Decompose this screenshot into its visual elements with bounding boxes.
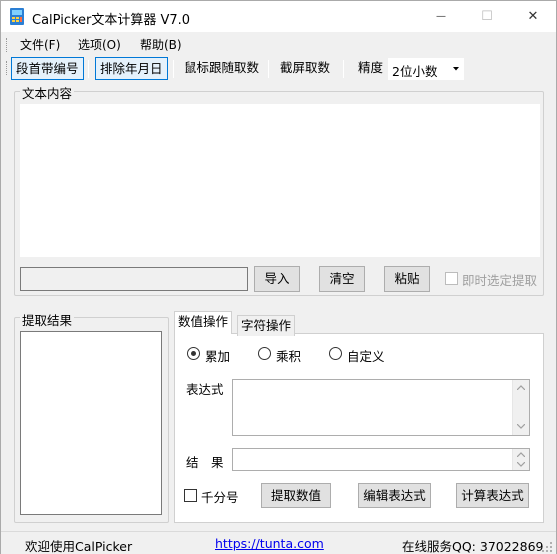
expression-label: 表达式 <box>186 382 224 397</box>
tab-numeric[interactable]: 数值操作 <box>174 311 233 334</box>
para-prefix-toggle[interactable]: 段首带编号 <box>11 57 84 80</box>
toolbar-separator <box>88 60 89 78</box>
radio-product-label: 乘积 <box>276 349 302 364</box>
website-link[interactable]: https://tunta.com <box>215 536 324 551</box>
auto-extract-checkbox[interactable] <box>445 272 458 285</box>
resize-grip-icon[interactable] <box>542 542 552 552</box>
window-title: CalPicker文本计算器 V7.0 <box>32 13 191 28</box>
close-button[interactable]: ✕ <box>510 1 556 32</box>
exclude-date-toggle[interactable]: 排除年月日 <box>95 57 168 80</box>
scroll-down-icon[interactable] <box>517 462 525 467</box>
screenshot-button[interactable]: 截屏取数 <box>276 57 334 80</box>
text-content-title: 文本内容 <box>20 83 75 102</box>
minimize-icon: — <box>436 11 446 22</box>
text-content-area[interactable] <box>20 104 540 257</box>
precision-value: 2位小数 <box>392 64 438 79</box>
dropdown-arrow-icon <box>453 67 459 71</box>
precision-select[interactable]: 2位小数 <box>388 58 464 80</box>
result-list[interactable] <box>20 331 162 515</box>
radio-product[interactable] <box>258 347 271 360</box>
thousands-checkbox[interactable] <box>184 489 197 502</box>
toolbar-separator <box>268 60 269 78</box>
toolbar-separator <box>343 60 344 78</box>
paste-button[interactable]: 粘贴 <box>384 266 430 292</box>
extract-values-button[interactable]: 提取数值 <box>261 483 331 508</box>
menu-file[interactable]: 文件(F) <box>20 36 60 53</box>
main-window: CalPicker文本计算器 V7.0 — ☐ ✕ 文件(F) 选项(O) 帮助… <box>0 0 557 554</box>
calpicker-app-icon <box>10 8 24 25</box>
scroll-up-icon[interactable] <box>517 452 525 457</box>
file-path-field[interactable] <box>20 267 248 291</box>
scroll-down-icon[interactable] <box>517 424 525 429</box>
auto-extract-label: 即时选定提取 <box>462 273 538 288</box>
expression-input[interactable] <box>232 379 530 436</box>
edit-expression-button[interactable]: 编辑表达式 <box>358 483 431 508</box>
clear-button[interactable]: 清空 <box>319 266 365 292</box>
minimize-button[interactable]: — <box>418 1 464 32</box>
menu-help[interactable]: 帮助(B) <box>140 36 182 53</box>
radio-custom[interactable] <box>329 347 342 360</box>
radio-sum[interactable] <box>187 347 200 360</box>
close-icon: ✕ <box>527 9 539 24</box>
result-output[interactable] <box>232 448 530 471</box>
toolbar-separator <box>173 60 174 78</box>
import-button[interactable]: 导入 <box>254 266 300 292</box>
maximize-button[interactable]: ☐ <box>464 1 510 32</box>
status-service-qq: 在线服务QQ: 37022869 <box>402 539 544 554</box>
maximize-icon: ☐ <box>481 9 493 24</box>
radio-sum-label: 累加 <box>205 349 231 364</box>
tab-string[interactable]: 字符操作 <box>237 315 296 336</box>
result-label: 结 果 <box>186 455 224 470</box>
result-scrollbar[interactable] <box>512 449 529 470</box>
status-welcome: 欢迎使用CalPicker <box>25 539 133 554</box>
toolbar-grip[interactable] <box>6 61 8 75</box>
radio-custom-label: 自定义 <box>347 349 385 364</box>
result-title: 提取结果 <box>20 310 75 329</box>
mouse-follow-button[interactable]: 鼠标跟随取数 <box>180 57 263 80</box>
menu-options[interactable]: 选项(O) <box>78 36 121 53</box>
scroll-up-icon[interactable] <box>517 385 525 390</box>
precision-label: 精度 <box>358 60 384 75</box>
thousands-label: 千分号 <box>201 490 239 505</box>
calculate-expression-button[interactable]: 计算表达式 <box>456 483 529 508</box>
menu-grip[interactable] <box>6 38 8 52</box>
expression-scrollbar[interactable] <box>512 380 529 435</box>
